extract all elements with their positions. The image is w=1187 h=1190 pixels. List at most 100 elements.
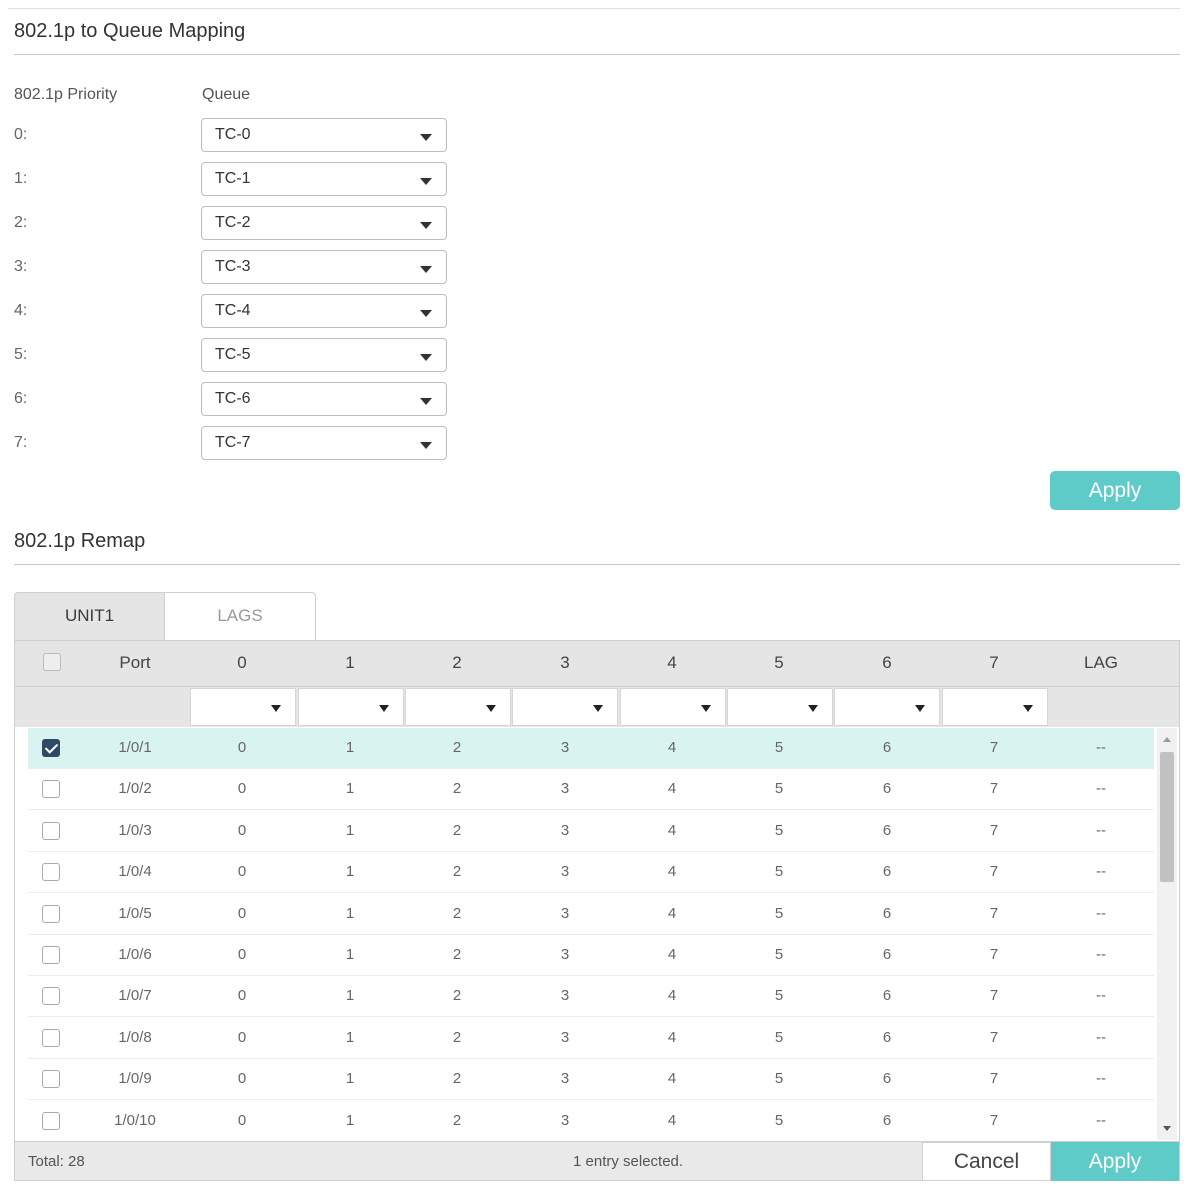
row-checkbox[interactable] <box>42 904 60 923</box>
remap-section-title: 802.1p Remap <box>14 530 146 552</box>
queue-select[interactable]: TC-3 <box>201 250 447 284</box>
chevron-down-icon <box>420 354 432 361</box>
table-cell: 6 <box>882 739 892 756</box>
table-cell: 3 <box>560 821 570 839</box>
tab-unit1[interactable]: UNIT1 <box>14 592 165 641</box>
column-header: LAG <box>1083 653 1119 672</box>
column-filter-select[interactable] <box>512 688 618 726</box>
mapping-apply-button[interactable]: Apply <box>1050 471 1180 510</box>
chevron-down-icon <box>486 705 496 712</box>
row-checkbox[interactable] <box>42 987 60 1006</box>
priority-label: 1: <box>14 170 28 187</box>
priority-label: 0: <box>14 126 28 143</box>
table-cell: 1 <box>345 1028 355 1046</box>
table-cell: 7 <box>989 821 999 839</box>
queue-select[interactable]: TC-0 <box>201 118 447 152</box>
chevron-down-icon <box>420 222 432 229</box>
table-cell: 1 <box>345 987 355 1005</box>
port-cell: 1/0/6 <box>118 946 152 963</box>
table-row[interactable]: 1/0/10 0 1 2 3 4 5 6 7 -- <box>28 1101 1154 1142</box>
table-cell: 6 <box>882 904 892 922</box>
queue-select-value: TC-0 <box>215 126 251 143</box>
queue-select-value: TC-3 <box>215 258 251 275</box>
port-cell: 1/0/1 <box>118 739 152 756</box>
table-cell: 5 <box>774 1070 784 1088</box>
scroll-down-arrow-icon[interactable] <box>1163 1126 1171 1131</box>
table-cell: 4 <box>667 987 677 1005</box>
table-cell: 4 <box>667 863 677 881</box>
column-filter-select[interactable] <box>298 688 404 726</box>
queue-select[interactable]: TC-7 <box>201 426 447 460</box>
table-cell: 2 <box>452 987 462 1005</box>
queue-select[interactable]: TC-6 <box>201 382 447 416</box>
chevron-down-icon <box>420 442 432 449</box>
row-checkbox[interactable] <box>42 1111 60 1130</box>
table-cell: 6 <box>882 863 892 881</box>
table-row[interactable]: 1/0/6 0 1 2 3 4 5 6 7 -- <box>28 935 1154 976</box>
chevron-down-icon <box>808 705 818 712</box>
chevron-down-icon <box>420 266 432 273</box>
table-cell: 0 <box>237 821 247 839</box>
table-row[interactable]: 1/0/1 0 1 2 3 4 5 6 7 -- <box>28 728 1154 769</box>
port-cell: 1/0/4 <box>118 863 152 881</box>
table-cell: 2 <box>452 739 462 756</box>
port-cell: 1/0/9 <box>118 1070 152 1088</box>
table-cell: 4 <box>667 946 677 963</box>
scrollbar-thumb[interactable] <box>1160 752 1174 882</box>
queue-select[interactable]: TC-4 <box>201 294 447 328</box>
table-cell: -- <box>1096 1070 1106 1088</box>
row-checkbox[interactable] <box>42 1028 60 1047</box>
table-cell: 0 <box>237 1028 247 1046</box>
column-filter-select[interactable] <box>727 688 833 726</box>
queue-select[interactable]: TC-2 <box>201 206 447 240</box>
table-cell: -- <box>1096 987 1106 1005</box>
table-row[interactable]: 1/0/9 0 1 2 3 4 5 6 7 -- <box>28 1059 1154 1101</box>
queue-select[interactable]: TC-1 <box>201 162 447 196</box>
table-cell: -- <box>1096 904 1106 922</box>
table-row[interactable]: 1/0/7 0 1 2 3 4 5 6 7 -- <box>28 976 1154 1018</box>
table-row[interactable]: 1/0/8 0 1 2 3 4 5 6 7 -- <box>28 1018 1154 1059</box>
select-all-checkbox[interactable] <box>43 653 61 671</box>
total-count: Total: 28 <box>28 1153 85 1170</box>
table-cell: 7 <box>989 946 999 963</box>
column-filter-select[interactable] <box>405 688 511 726</box>
column-filter-select[interactable] <box>834 688 940 726</box>
table-row[interactable]: 1/0/5 0 1 2 3 4 5 6 7 -- <box>28 894 1154 935</box>
table-cell: -- <box>1096 1111 1106 1129</box>
table-cell: 3 <box>560 1111 570 1129</box>
table-cell: 7 <box>989 987 999 1005</box>
column-filter-select[interactable] <box>942 688 1048 726</box>
table-row[interactable]: 1/0/4 0 1 2 3 4 5 6 7 -- <box>28 852 1154 894</box>
priority-column-header: 802.1p Priority <box>14 86 118 103</box>
row-checkbox[interactable] <box>42 1070 60 1089</box>
table-cell: 6 <box>882 1028 892 1046</box>
row-checkbox[interactable] <box>42 739 60 757</box>
table-row[interactable]: 1/0/3 0 1 2 3 4 5 6 7 -- <box>28 811 1154 852</box>
tab-lags[interactable]: LAGS <box>165 592 316 641</box>
cancel-button[interactable]: Cancel <box>922 1142 1051 1181</box>
table-scrollbar[interactable] <box>1157 728 1177 1140</box>
column-filter-select[interactable] <box>190 688 296 726</box>
mapping-section-title: 802.1p to Queue Mapping <box>14 20 246 42</box>
table-cell: 2 <box>452 1070 462 1088</box>
chevron-down-icon <box>701 705 711 712</box>
queue-select[interactable]: TC-5 <box>201 338 447 372</box>
port-cell: 1/0/2 <box>118 780 152 798</box>
row-checkbox[interactable] <box>42 946 60 964</box>
scroll-up-arrow-icon[interactable] <box>1163 737 1171 742</box>
table-cell: 6 <box>882 1111 892 1129</box>
table-cell: 1 <box>345 821 355 839</box>
remap-apply-button[interactable]: Apply <box>1051 1142 1179 1181</box>
table-row[interactable]: 1/0/2 0 1 2 3 4 5 6 7 -- <box>28 769 1154 811</box>
table-cell: 1 <box>345 739 355 756</box>
queue-column-header: Queue <box>202 86 251 103</box>
row-checkbox[interactable] <box>42 863 60 882</box>
table-cell: 4 <box>667 780 677 798</box>
table-cell: 7 <box>989 904 999 922</box>
table-cell: 7 <box>989 739 999 756</box>
column-filter-select[interactable] <box>620 688 726 726</box>
row-checkbox[interactable] <box>42 821 60 840</box>
chevron-down-icon <box>593 705 603 712</box>
table-cell: 6 <box>882 780 892 798</box>
row-checkbox[interactable] <box>42 780 60 799</box>
